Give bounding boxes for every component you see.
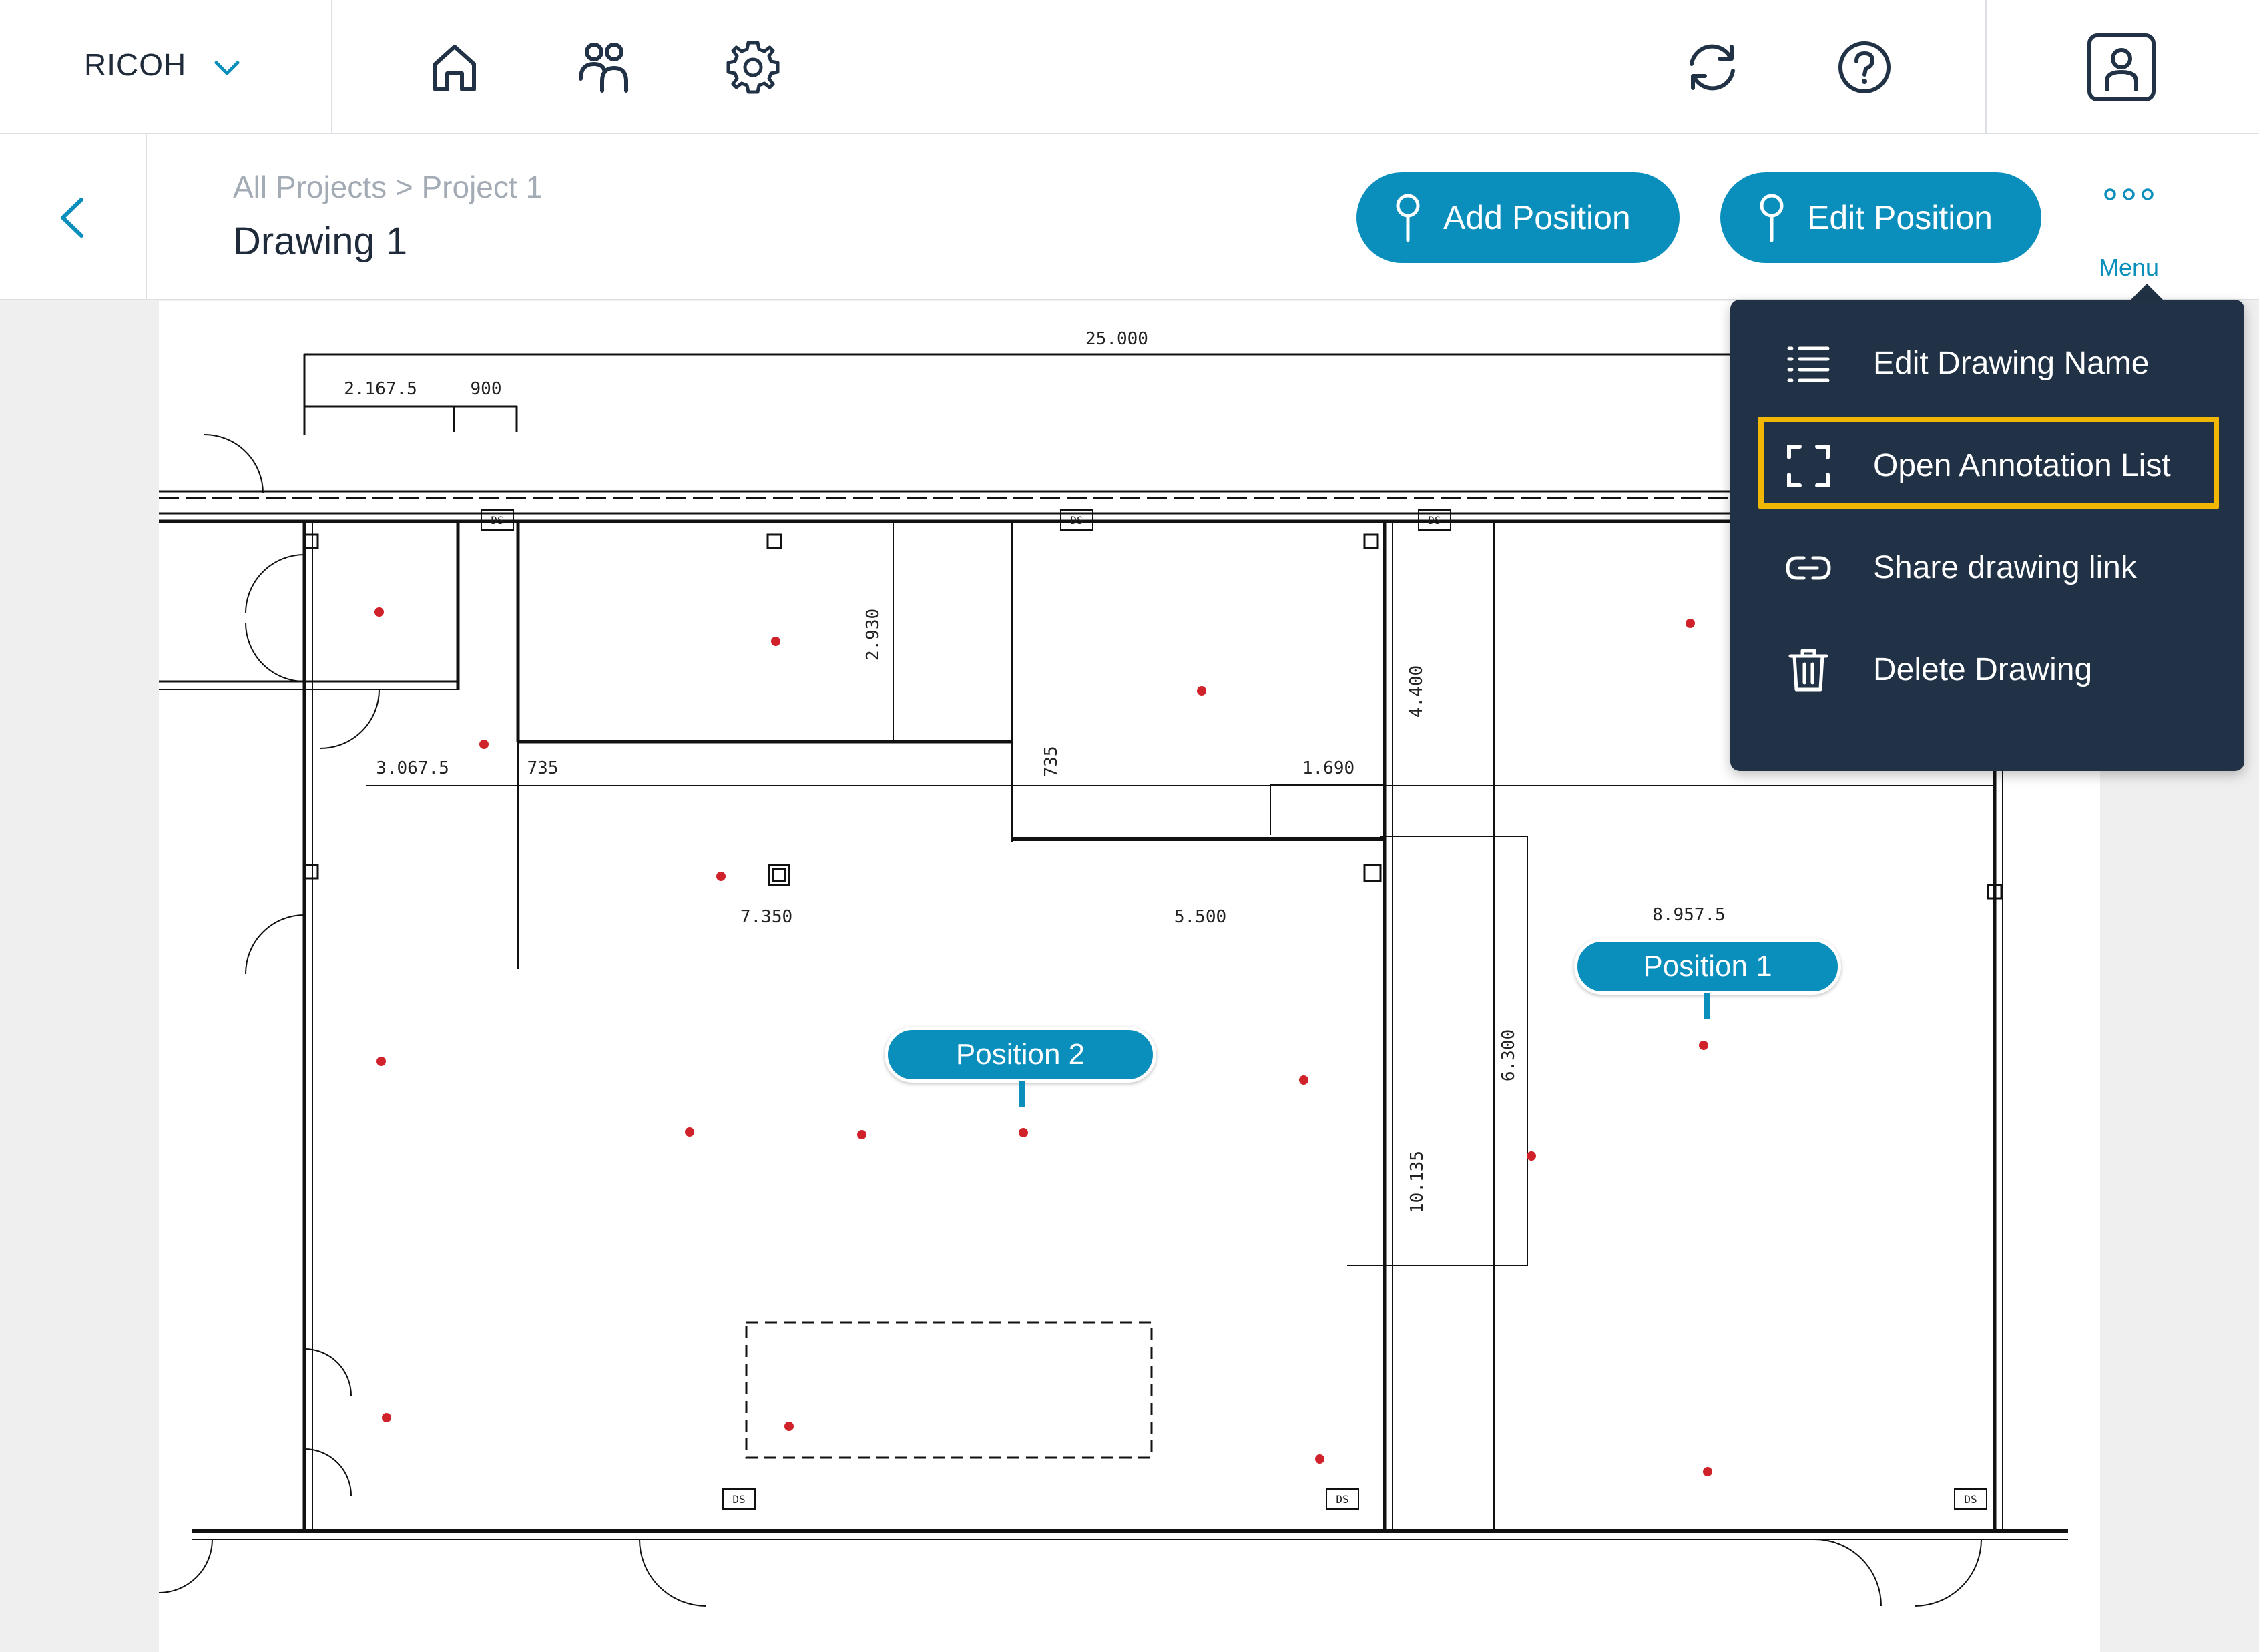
annotation-frame-icon [1787, 445, 1830, 487]
ds-tag: DS [1070, 514, 1083, 527]
annotation-point[interactable] [1686, 619, 1695, 628]
brand-name: RICOH [84, 47, 187, 82]
annotation-point[interactable] [784, 1422, 794, 1431]
annotation-point[interactable] [1315, 1454, 1324, 1464]
annotation-point[interactable] [1019, 1128, 1028, 1137]
annotation-point[interactable] [479, 740, 489, 749]
menu-item-share-drawing-link[interactable]: Share drawing link [1730, 517, 2244, 617]
dimension-label: 735 [1041, 746, 1061, 778]
edit-position-button[interactable]: Edit Position [1720, 172, 2041, 263]
annotation-point[interactable] [771, 637, 780, 646]
dimension-label: 25.000 [1085, 329, 1148, 349]
menu-caret [2129, 284, 2164, 301]
chevron-left-icon [61, 198, 83, 238]
annotation-point[interactable] [1299, 1075, 1308, 1085]
ds-tag: DS [1964, 1493, 1977, 1506]
link-icon [1786, 556, 1831, 580]
ds-tag: DS [732, 1493, 745, 1506]
menu-item-delete-drawing[interactable]: Delete Drawing [1730, 619, 2244, 720]
annotation-point[interactable] [1699, 1041, 1708, 1050]
dimension-label: 8.957.5 [1652, 905, 1726, 925]
dimension-label: 7.350 [740, 907, 792, 927]
dimension-label: 900 [471, 379, 502, 399]
dimension-label: 6.300 [1499, 1029, 1519, 1081]
menu-item-label: Open Annotation List [1873, 448, 2171, 483]
annotation-point[interactable] [1197, 686, 1206, 696]
settings-icon[interactable] [723, 37, 783, 97]
annotation-point[interactable] [1527, 1151, 1536, 1161]
add-position-label: Add Position [1443, 199, 1631, 236]
list-icon [1787, 346, 1830, 382]
annotation-point[interactable] [374, 607, 384, 617]
edit-position-label: Edit Position [1807, 199, 1993, 236]
position-marker-label[interactable]: Position 2 [885, 1027, 1156, 1083]
annotation-point[interactable] [716, 872, 726, 881]
more-dots-icon[interactable] [2103, 184, 2155, 204]
add-position-button[interactable]: Add Position [1356, 172, 1680, 263]
divider [1985, 0, 1987, 134]
trash-icon [1788, 649, 1828, 692]
annotation-point[interactable] [857, 1130, 866, 1139]
dimension-label: 5.500 [1174, 907, 1226, 927]
annotation-point[interactable] [382, 1413, 391, 1422]
ds-tag: DS [1336, 1493, 1348, 1506]
ds-tag: DS [491, 514, 503, 527]
page-title: Drawing 1 [233, 220, 408, 263]
pin-icon [1760, 194, 1784, 242]
help-icon[interactable] [1834, 37, 1895, 97]
dimension-label: 2.167.5 [344, 379, 417, 399]
dimension-label: 10.135 [1407, 1151, 1427, 1213]
menu-item-label: Edit Drawing Name [1873, 346, 2150, 381]
workspace-selector[interactable]: RICOH [0, 0, 332, 134]
drawing-menu: Edit Drawing Name Open Annotation List S… [1730, 300, 2244, 771]
profile-icon[interactable] [2086, 32, 2157, 103]
users-icon[interactable] [575, 37, 636, 97]
dimension-label: 4.400 [1407, 665, 1427, 718]
annotation-point[interactable] [376, 1057, 386, 1066]
dimension-label: 1.690 [1302, 758, 1354, 778]
position-marker-stem [1019, 1081, 1025, 1107]
annotation-point[interactable] [685, 1127, 694, 1137]
dimension-label: 3.067.5 [376, 758, 449, 778]
dimension-label: 2.930 [863, 609, 883, 661]
position-marker-stem [1704, 993, 1710, 1019]
position-marker-label[interactable]: Position 1 [1574, 938, 1841, 995]
dimension-label: 735 [527, 758, 559, 778]
menu-button-label[interactable]: Menu [2089, 254, 2168, 282]
top-bar: RICOH [0, 0, 2259, 134]
sync-icon[interactable] [1682, 37, 1742, 97]
annotation-point[interactable] [1703, 1467, 1712, 1476]
breadcrumb[interactable]: All Projects > Project 1 [233, 169, 543, 205]
menu-item-open-annotation-list[interactable]: Open Annotation List [1730, 415, 2244, 515]
back-button[interactable] [0, 134, 147, 300]
chevron-down-icon [214, 61, 240, 75]
home-icon[interactable] [425, 37, 485, 97]
menu-item-label: Share drawing link [1873, 550, 2137, 585]
menu-item-label: Delete Drawing [1873, 652, 2093, 687]
menu-item-edit-drawing-name[interactable]: Edit Drawing Name [1730, 313, 2244, 413]
pin-icon [1396, 194, 1420, 242]
ds-tag: DS [1428, 514, 1441, 527]
